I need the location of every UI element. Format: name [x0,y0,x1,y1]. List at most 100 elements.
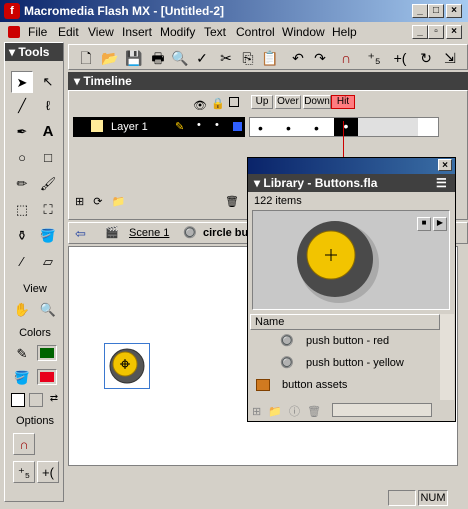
brush-tool-icon[interactable]: 🖌 [37,173,59,195]
scene-link[interactable]: Scene 1 [129,227,169,239]
stroke-color-swatch[interactable] [37,345,57,361]
lasso-tool-icon[interactable]: ℓ [37,95,59,117]
undo-icon[interactable]: ↶ [287,48,309,68]
pencil-tool-icon[interactable]: ✏ [11,173,33,195]
doc-close-button[interactable]: × [446,25,462,39]
menu-file[interactable]: File [28,25,47,39]
timeline-title: Timeline [83,74,132,88]
fill-transform-tool-icon[interactable]: ⛶ [37,199,59,221]
layer-lock-dot[interactable]: • [215,119,219,131]
free-transform-tool-icon[interactable]: ⬚ [11,199,33,221]
timeline-header[interactable]: ▾ Timeline [68,72,468,90]
swap-colors-icon[interactable]: ⇄ [47,393,61,407]
eyedropper-tool-icon[interactable]: ⁄ [11,251,33,273]
library-header[interactable]: ▾ Library - Buttons.fla ☰ [248,174,455,192]
name-column-header[interactable]: Name [250,314,440,330]
straighten-icon[interactable]: +( [389,48,411,68]
eraser-tool-icon[interactable]: ▱ [37,251,59,273]
library-item-yellow[interactable]: 🔘 push button - yellow [250,353,438,375]
fill-color-swatch[interactable] [37,369,57,385]
save-icon[interactable]: 💾 [123,48,145,68]
paint-bucket-tool-icon[interactable]: 🪣 [37,225,59,247]
app-icon: f [4,3,20,19]
properties-icon[interactable]: ⓘ [289,406,300,418]
copy-icon[interactable]: ⎘ [237,48,259,68]
frames-row[interactable]: • • • • [249,117,439,137]
add-layer-icon[interactable]: ⊞ [75,196,84,208]
pen-tool-icon[interactable]: ✒ [11,121,33,143]
delete-layer-icon[interactable]: 🗑 [225,195,239,208]
paste-icon[interactable]: 📋 [259,48,281,68]
stop-icon[interactable]: ■ [417,217,431,231]
rectangle-tool-icon[interactable]: □ [37,147,59,169]
straighten-option-icon[interactable]: +( [37,461,59,483]
spell-check-icon[interactable]: ✓ [191,48,213,68]
no-color-icon[interactable] [29,393,43,407]
arrow-tool-icon[interactable]: ➤ [11,71,33,93]
new-symbol-icon[interactable]: ⊞ [252,406,261,418]
library-item-red[interactable]: 🔘 push button - red [250,331,438,353]
keyframe-over[interactable]: • [286,120,291,136]
lock-icon[interactable]: 🔒 [211,97,225,110]
close-button[interactable]: × [446,4,462,18]
doc-restore-button[interactable]: ▫ [428,25,444,39]
menu-text[interactable]: Text [204,25,226,39]
print-icon[interactable]: 🖶 [147,48,169,68]
keyframe-up[interactable]: • [258,120,263,136]
keyframe-down[interactable]: • [314,120,319,136]
snap-magnet-option-icon[interactable]: ∩ [13,433,35,455]
frame-label-over: Over [275,95,301,109]
subselect-tool-icon[interactable]: ↖ [37,71,59,93]
text-tool-icon[interactable]: A [37,121,59,143]
eye-icon[interactable]: 👁 [193,99,207,112]
layer-name[interactable]: Layer 1 [111,121,148,133]
snap-magnet-icon[interactable]: ∩ [335,48,357,68]
new-file-icon[interactable]: 🗋 [75,48,97,68]
keyframe-hit[interactable]: • [334,118,358,136]
menu-help[interactable]: Help [332,25,357,39]
add-guide-layer-icon[interactable]: ⟳ [93,196,102,208]
outline-icon[interactable] [229,97,239,107]
library-hscroll[interactable] [332,403,432,417]
play-icon[interactable]: ▶ [433,217,447,231]
zoom-tool-icon[interactable]: 🔍 [37,299,59,321]
add-folder-icon[interactable]: 📁 [112,196,126,208]
library-item-folder[interactable]: button assets [250,375,438,397]
button-instance[interactable] [104,343,150,389]
new-folder-icon[interactable]: 📁 [268,406,282,418]
oval-tool-icon[interactable]: ○ [11,147,33,169]
layer-visible-dot[interactable]: • [197,119,201,131]
menu-window[interactable]: Window [282,25,325,39]
rotate-icon[interactable]: ↻ [415,48,437,68]
smooth-option-icon[interactable]: ⁺₅ [13,461,35,483]
redo-icon[interactable]: ↷ [309,48,331,68]
maximize-button[interactable]: □ [428,4,444,18]
layer-outline-color[interactable] [233,122,242,131]
tools-header[interactable]: ▾ Tools [5,43,63,61]
menu-insert[interactable]: Insert [122,25,152,39]
library-options-icon[interactable]: ☰ [436,176,447,190]
symbol-breadcrumb[interactable]: circle but [203,227,252,239]
ink-bottle-tool-icon[interactable]: ⚱ [11,225,33,247]
library-close-button[interactable]: × [438,159,452,171]
scale-icon[interactable]: ⇲ [439,48,461,68]
menu-control[interactable]: Control [236,25,275,39]
line-tool-icon[interactable]: ╱ [11,95,33,117]
minimize-button[interactable]: _ [412,4,428,18]
button-symbol-icon: 🔘 [280,357,294,369]
delete-symbol-icon[interactable]: 🗑 [307,406,321,418]
smooth-icon[interactable]: ⁺₅ [363,48,385,68]
print-preview-icon[interactable]: 🔍 [169,48,191,68]
cut-icon[interactable]: ✂ [215,48,237,68]
doc-minimize-button[interactable]: _ [412,25,428,39]
layer-row[interactable]: Layer 1 ✎ • • [73,117,245,137]
open-folder-icon[interactable]: 📂 [99,48,121,68]
default-colors-icon[interactable] [11,393,25,407]
hand-tool-icon[interactable]: ✋ [11,299,33,321]
library-scrollbar[interactable] [440,314,454,400]
menu-edit[interactable]: Edit [58,25,79,39]
menu-modify[interactable]: Modify [160,25,195,39]
menu-view[interactable]: View [88,25,114,39]
back-arrow-icon[interactable]: ⇦ [75,226,86,242]
library-titlebar[interactable]: × [248,158,455,174]
